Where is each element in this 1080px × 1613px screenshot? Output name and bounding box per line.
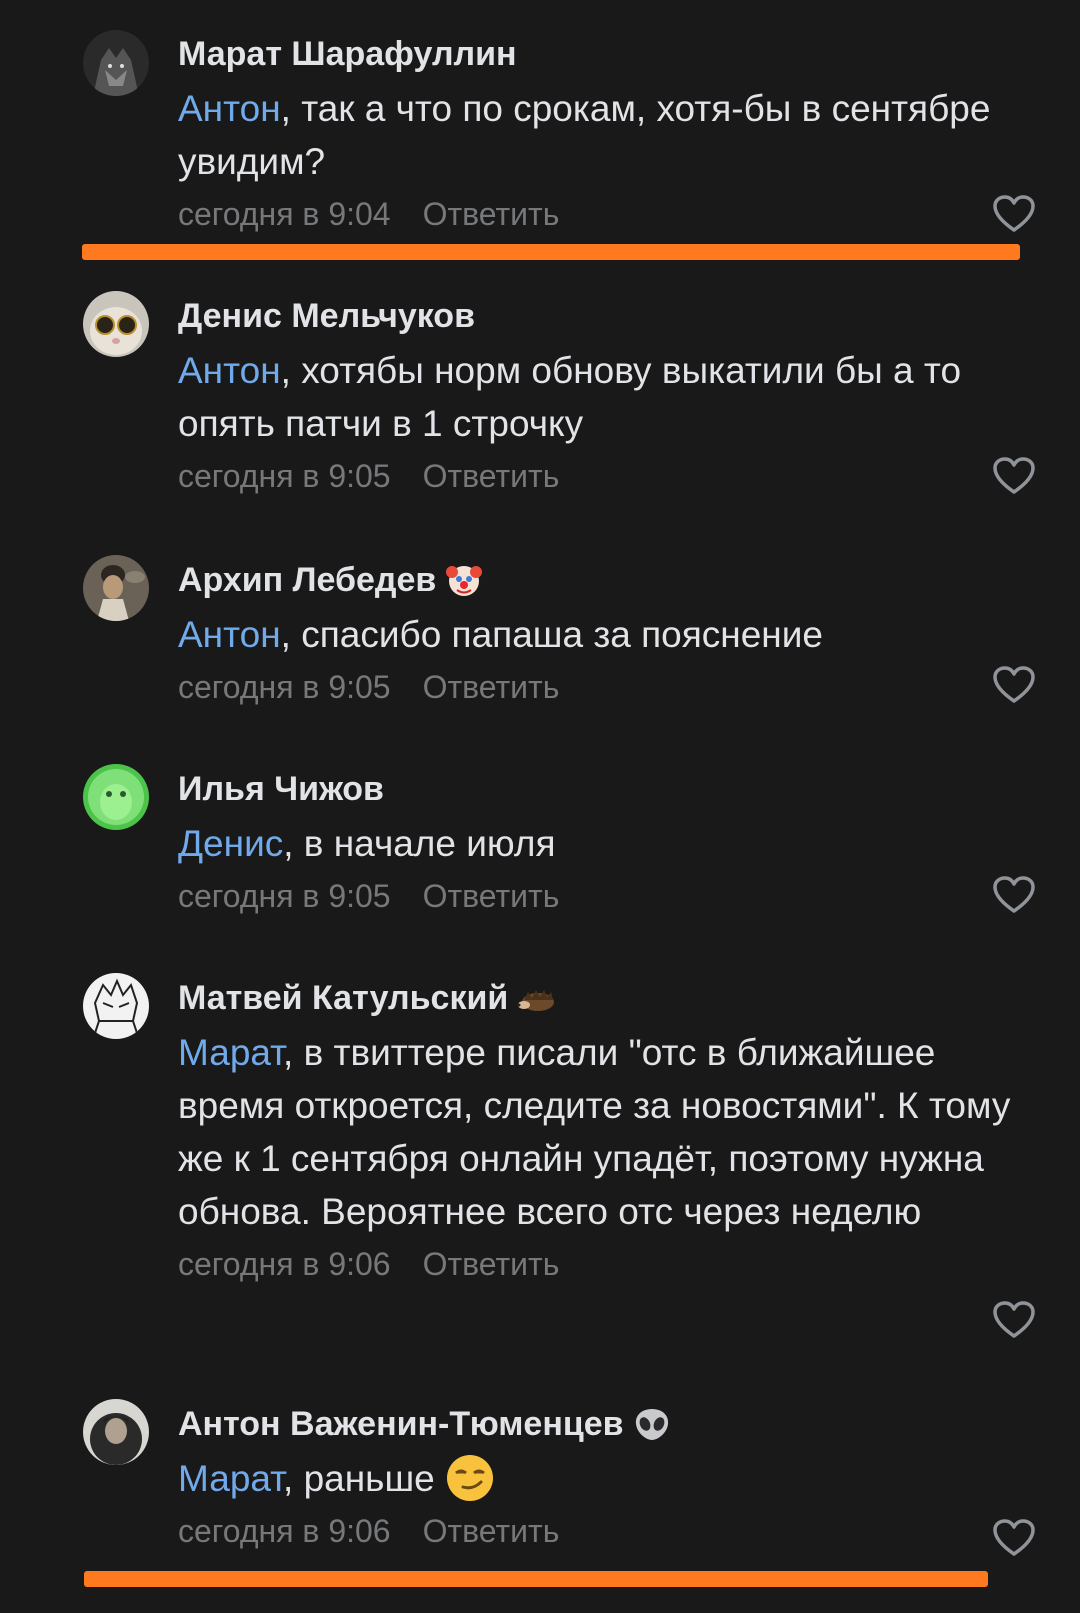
clown-badge-icon (444, 562, 484, 598)
highlight-underline (82, 244, 1020, 260)
like-heart-icon[interactable] (992, 875, 1036, 915)
comment-meta: сегодня в 9:06 Ответить (178, 1509, 1038, 1553)
reply-button[interactable]: Ответить (423, 669, 560, 705)
timestamp: сегодня в 9:05 (178, 669, 391, 705)
author-name[interactable]: Марат Шарафуллин (178, 32, 1038, 76)
reply-button[interactable]: Ответить (423, 878, 560, 914)
comment-text: Денис, в начале июля (178, 817, 1038, 870)
comment-body: , раньше (283, 1458, 435, 1499)
comment-meta: сегодня в 9:04 Ответить (178, 192, 1038, 236)
like-heart-icon[interactable] (992, 456, 1036, 496)
mention-link[interactable]: Антон (178, 88, 281, 129)
author-name[interactable]: Антон Важенин-Тюменцев (178, 1402, 1038, 1446)
mention-link[interactable]: Антон (178, 614, 281, 655)
comment-body: , в начале июля (283, 823, 556, 864)
comment-meta: сегодня в 9:05 Ответить (178, 454, 1038, 498)
comment-body: , так а что по срокам, хотя-бы в сентябр… (178, 88, 991, 182)
author-name-text[interactable]: Антон Важенин-Тюменцев (178, 1402, 624, 1446)
comment-body: , в твиттере писали "отс в ближайшее вре… (178, 1032, 1011, 1232)
timestamp: сегодня в 9:05 (178, 878, 391, 914)
comment-meta: сегодня в 9:05 Ответить (178, 874, 1038, 918)
avatar[interactable] (83, 555, 149, 621)
reply-button[interactable]: Ответить (423, 196, 560, 232)
avatar[interactable] (83, 30, 149, 96)
comment-meta: сегодня в 9:05 Ответить (178, 665, 1038, 709)
comment-text: Антон, спасибо папаша за пояснение (178, 608, 1038, 661)
comment-text: Антон, хотябы норм обнову выкатили бы а … (178, 344, 1038, 450)
author-name-text[interactable]: Денис Мельчуков (178, 294, 475, 338)
like-heart-icon[interactable] (992, 1300, 1036, 1340)
author-name-text[interactable]: Илья Чижов (178, 767, 384, 811)
mention-link[interactable]: Денис (178, 823, 283, 864)
alien-badge-icon (632, 1406, 672, 1442)
timestamp: сегодня в 9:05 (178, 458, 391, 494)
like-heart-icon[interactable] (992, 1518, 1036, 1558)
mention-link[interactable]: Марат (178, 1458, 283, 1499)
hedgehog-badge-icon (516, 980, 556, 1016)
author-name-text[interactable]: Архип Лебедев (178, 558, 436, 602)
timestamp: сегодня в 9:06 (178, 1513, 391, 1549)
timestamp: сегодня в 9:04 (178, 196, 391, 232)
mention-link[interactable]: Антон (178, 350, 281, 391)
smirk-emoji-icon (445, 1453, 495, 1503)
avatar[interactable] (83, 764, 149, 830)
reply-button[interactable]: Ответить (423, 1246, 560, 1282)
highlight-underline (84, 1571, 988, 1587)
timestamp: сегодня в 9:06 (178, 1246, 391, 1282)
author-name[interactable]: Илья Чижов (178, 767, 1038, 811)
author-name[interactable]: Денис Мельчуков (178, 294, 1038, 338)
comment-body: , хотябы норм обнову выкатили бы а то оп… (178, 350, 962, 444)
like-heart-icon[interactable] (992, 665, 1036, 705)
reply-button[interactable]: Ответить (423, 458, 560, 494)
avatar[interactable] (83, 291, 149, 357)
comment-text: Антон, так а что по срокам, хотя-бы в се… (178, 82, 1038, 188)
avatar[interactable] (83, 1399, 149, 1465)
reply-button[interactable]: Ответить (423, 1513, 560, 1549)
mention-link[interactable]: Марат (178, 1032, 283, 1073)
comment-body: , спасибо папаша за пояснение (280, 614, 823, 655)
avatar[interactable] (83, 973, 149, 1039)
comment-text: Марат, в твиттере писали "отс в ближайше… (178, 1026, 1038, 1238)
author-name[interactable]: Матвей Катульский (178, 976, 1038, 1020)
author-name-text[interactable]: Матвей Катульский (178, 976, 508, 1020)
author-name[interactable]: Архип Лебедев (178, 558, 1038, 602)
like-heart-icon[interactable] (992, 194, 1036, 234)
comment-text: Марат, раньше (178, 1452, 1038, 1505)
author-name-text[interactable]: Марат Шарафуллин (178, 32, 517, 76)
comment-meta: сегодня в 9:06 Ответить (178, 1242, 1038, 1286)
